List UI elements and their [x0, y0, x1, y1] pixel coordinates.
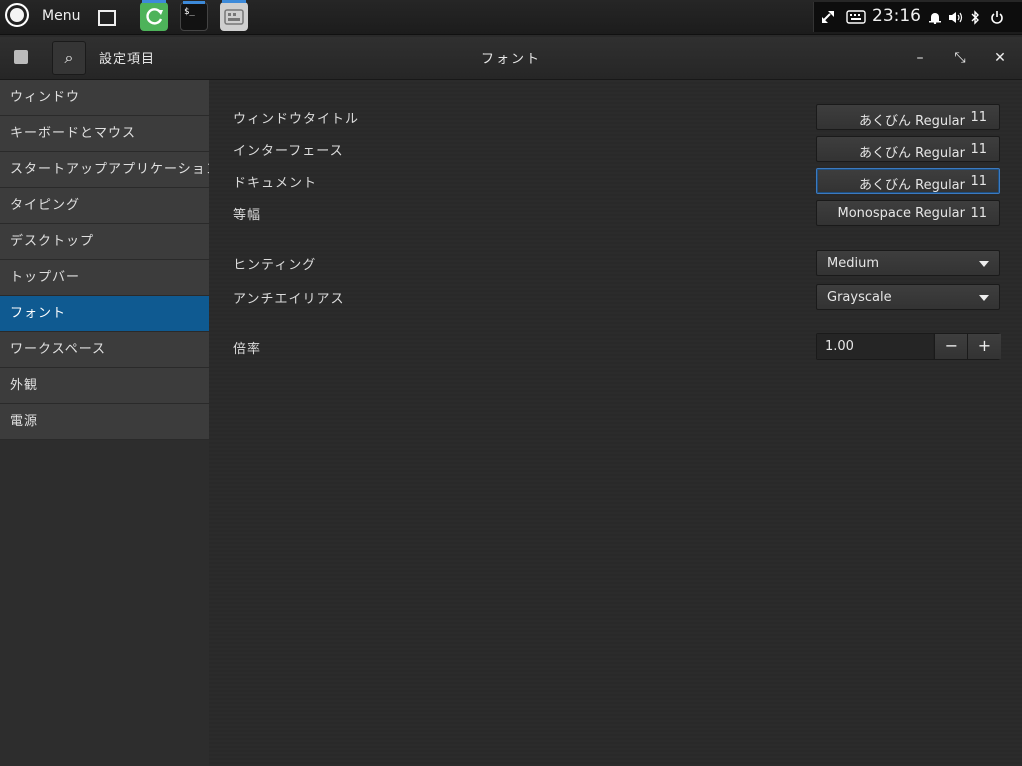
sidebar-item-startup-applications[interactable]: スタートアップアプリケーション — [0, 152, 209, 188]
maximize-button[interactable]: ⤡ — [949, 47, 971, 69]
sidebar-item-fonts[interactable]: フォント — [0, 296, 209, 332]
keyboard-icon[interactable] — [846, 9, 866, 25]
taskbar-onscreen-keyboard[interactable] — [220, 0, 248, 31]
font-name: あくびん Regular — [859, 114, 965, 129]
taskbar-software-updater[interactable] — [140, 0, 168, 31]
transfer-icon[interactable] — [820, 9, 836, 25]
workspace-switcher-icon[interactable] — [98, 10, 116, 26]
task-active-indicator — [222, 0, 246, 3]
chevron-down-icon — [979, 295, 989, 301]
scaling-decrease-button[interactable]: − — [934, 334, 968, 359]
interface-font-button[interactable]: あくびん Regular 11 — [816, 136, 1000, 162]
monospace-font-label: 等幅 — [233, 208, 262, 223]
minimize-button[interactable]: – — [909, 47, 931, 69]
page-title: フォント — [480, 52, 541, 67]
scaling-label: 倍率 — [233, 342, 262, 357]
monospace-font-button[interactable]: Monospace Regular 11 — [816, 200, 1000, 226]
close-icon: ✕ — [994, 50, 1006, 66]
document-font-label: ドキュメント — [233, 176, 318, 191]
sidebar-item-workspaces[interactable]: ワークスペース — [0, 332, 209, 368]
taskbar-terminal[interactable]: $_ — [180, 1, 208, 31]
window-title-font-button[interactable]: あくびん Regular 11 — [816, 104, 1000, 130]
close-button[interactable]: ✕ — [989, 47, 1011, 69]
system-tray: 23:16 — [813, 2, 1022, 32]
antialiasing-dropdown[interactable]: Grayscale — [816, 284, 1000, 310]
scaling-spinbutton: − + — [816, 333, 1001, 360]
fonts-settings-panel: ウィンドウタイトル あくびん Regular 11 インターフェース あくびん … — [209, 80, 1022, 766]
font-name: あくびん Regular — [859, 146, 965, 161]
top-panel: Menu $_ 23:16 — [0, 0, 1022, 35]
terminal-icon: $_ — [184, 7, 195, 17]
bluetooth-icon[interactable] — [970, 10, 980, 25]
scaling-increase-button[interactable]: + — [967, 334, 1001, 359]
sidebar-item-top-bar[interactable]: トップバー — [0, 260, 209, 296]
menu-button[interactable]: Menu — [42, 8, 80, 24]
maximize-icon: ⤡ — [954, 50, 966, 66]
window-titlebar: ⌕ 設定項目 フォント – ⤡ ✕ — [0, 37, 1022, 80]
menu-logo-icon[interactable] — [5, 3, 29, 27]
sidebar-item-keyboard-mouse[interactable]: キーボードとマウス — [0, 116, 209, 152]
antialiasing-label: アンチエイリアス — [233, 292, 345, 307]
bell-icon[interactable] — [929, 11, 941, 24]
font-size: 11 — [970, 206, 987, 221]
chevron-down-icon — [979, 261, 989, 267]
font-size: 11 — [970, 110, 987, 125]
font-size: 11 — [970, 142, 987, 157]
sidebar-item-power[interactable]: 電源 — [0, 404, 209, 440]
task-active-indicator — [183, 1, 205, 4]
power-icon[interactable] — [990, 10, 1004, 25]
clock[interactable]: 23:16 — [872, 6, 921, 26]
interface-font-label: インターフェース — [233, 144, 344, 159]
document-font-button[interactable]: あくびん Regular 11 — [816, 168, 1000, 194]
svg-text:$_: $_ — [184, 7, 195, 17]
font-name: Monospace Regular — [837, 206, 966, 221]
sidebar-item-appearance[interactable]: 外観 — [0, 368, 209, 404]
scaling-input[interactable] — [817, 334, 933, 359]
keyboard-app-icon — [224, 9, 244, 25]
sidebar-item-typing[interactable]: タイピング — [0, 188, 209, 224]
hinting-label: ヒンティング — [233, 258, 317, 273]
font-name: あくびん Regular — [859, 178, 965, 193]
volume-icon[interactable] — [948, 11, 964, 24]
hinting-dropdown[interactable]: Medium — [816, 250, 1000, 276]
task-active-indicator — [142, 0, 166, 3]
window-title-font-label: ウィンドウタイトル — [233, 112, 360, 127]
sidebar-item-window[interactable]: ウィンドウ — [0, 80, 209, 116]
font-size: 11 — [970, 174, 987, 189]
minimize-icon: – — [916, 50, 924, 66]
refresh-icon — [146, 8, 163, 25]
sidebar: ウィンドウ キーボードとマウス スタートアップアプリケーション タイピング デス… — [0, 80, 209, 766]
hinting-value: Medium — [827, 256, 879, 271]
sidebar-item-desktop[interactable]: デスクトップ — [0, 224, 209, 260]
antialiasing-value: Grayscale — [827, 290, 892, 305]
